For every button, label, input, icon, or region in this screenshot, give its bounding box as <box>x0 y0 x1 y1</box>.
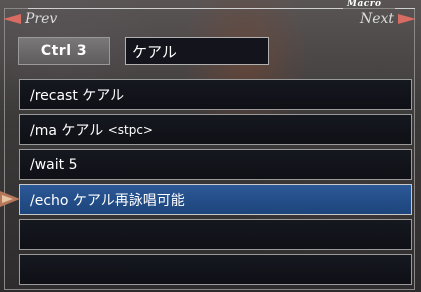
macro-line-3[interactable]: /wait 5 <box>19 149 412 180</box>
macro-line-5[interactable] <box>19 219 412 250</box>
macro-line-4[interactable]: /echo ケアル再詠唱可能 <box>19 184 412 215</box>
top-divider <box>28 8 343 9</box>
macro-line-target: <stpc> <box>107 122 153 137</box>
macro-line-2[interactable]: /ma ケアル <stpc> <box>19 114 412 145</box>
macro-name-field[interactable]: ケアル <box>125 37 269 65</box>
ctrl-set-button[interactable]: Ctrl 3 <box>18 37 110 65</box>
prev-label: Prev <box>25 11 58 27</box>
top-divider-right <box>395 8 415 9</box>
prev-button[interactable]: Prev <box>3 11 57 27</box>
macro-line-text: /ma ケアル <box>30 122 108 139</box>
next-label: Next <box>359 11 394 27</box>
macro-line-text: /echo ケアル再詠唱可能 <box>30 192 185 209</box>
macro-line-text: /wait 5 <box>30 156 78 173</box>
macro-line-text: /recast ケアル <box>30 87 125 104</box>
selection-cursor-highlight <box>2 195 13 203</box>
macro-title: Macro <box>347 0 382 9</box>
macro-line-6[interactable] <box>19 254 412 285</box>
arrow-right-icon <box>398 14 416 24</box>
macro-line-1[interactable]: /recast ケアル <box>19 79 412 110</box>
next-button[interactable]: Next <box>360 11 416 27</box>
arrow-left-icon <box>3 14 21 24</box>
